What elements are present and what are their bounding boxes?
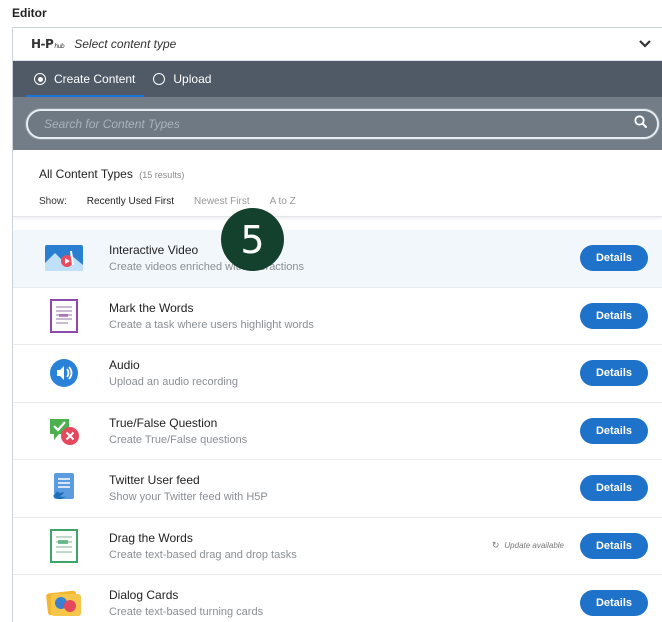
list-item[interactable]: Dialog Cards Create text-based turning c… <box>13 575 662 622</box>
item-description: Create text-based turning cards <box>109 606 264 619</box>
item-description: Upload an audio recording <box>109 376 239 389</box>
details-button[interactable]: Details <box>580 245 648 272</box>
item-title: True/False Question <box>109 415 218 430</box>
item-description: Create a task where users highlight word… <box>109 318 314 331</box>
sort-recently-used[interactable]: Recently Used First <box>87 196 174 207</box>
item-title: Dialog Cards <box>109 588 179 603</box>
radio-selected-icon <box>34 73 46 85</box>
item-title: Mark the Words <box>109 300 194 315</box>
chevron-down-icon[interactable] <box>638 37 652 51</box>
item-description: Create videos enriched with interactions <box>109 261 305 274</box>
h5p-logo-sub: hub <box>54 43 65 50</box>
tab-create-content[interactable]: Create Content <box>25 61 145 97</box>
item-title: Drag the Words <box>109 530 193 545</box>
search-input[interactable] <box>44 116 634 131</box>
list-item[interactable]: Audio Upload an audio recording Details <box>13 345 662 403</box>
item-description: Show your Twitter feed with H5P <box>109 491 268 504</box>
results-header: All Content Types (15 results) Show: Rec… <box>13 150 662 217</box>
all-content-types-title: All Content Types <box>39 167 133 181</box>
item-description: Create text-based drag and drop tasks <box>109 548 297 561</box>
interactive-video-icon <box>43 241 85 275</box>
content-type-selector[interactable]: H-Phub Select content type <box>13 28 662 61</box>
sort-newest-first[interactable]: Newest First <box>194 196 250 207</box>
sort-a-to-z[interactable]: A to Z <box>270 196 296 207</box>
list-item[interactable]: True/False Question Create True/False qu… <box>13 403 662 460</box>
list-item[interactable]: Twitter User feed Show your Twitter feed… <box>13 460 662 518</box>
search-box[interactable] <box>26 108 659 139</box>
select-content-type-label: Select content type <box>74 37 177 51</box>
content-type-list: Interactive Video Create videos enriched… <box>13 230 662 622</box>
mark-the-words-icon <box>43 298 85 333</box>
details-button[interactable]: Details <box>580 417 648 444</box>
item-title: Twitter User feed <box>109 473 200 488</box>
true-false-icon <box>43 414 85 448</box>
tab-label: Create Content <box>54 72 136 86</box>
item-title: Audio <box>109 358 140 373</box>
details-button[interactable]: Details <box>580 475 648 502</box>
tab-upload[interactable]: Upload <box>144 61 220 97</box>
details-button[interactable]: Details <box>580 590 648 617</box>
update-available-label: Update available <box>504 541 564 551</box>
step-number-badge: 5 <box>221 208 284 271</box>
details-button[interactable]: Details <box>580 360 648 387</box>
h5p-hub-panel: H-Phub Select content type Create Conten… <box>12 27 662 622</box>
editor-label: Editor <box>12 6 47 20</box>
update-available-notice[interactable]: ↻ Update available <box>492 540 564 551</box>
list-item[interactable]: Interactive Video Create videos enriched… <box>13 230 662 288</box>
search-bar <box>13 97 662 150</box>
refresh-icon: ↻ <box>491 540 500 551</box>
item-description: Create True/False questions <box>109 433 248 446</box>
dialog-cards-icon <box>43 586 85 620</box>
h5p-logo-main: H-P <box>31 37 54 51</box>
details-button[interactable]: Details <box>580 532 648 559</box>
h5p-hub-logo: H-Phub <box>31 37 65 51</box>
list-item[interactable]: Drag the Words Create text-based drag an… <box>13 518 662 575</box>
item-title: Interactive Video <box>109 243 199 258</box>
show-label: Show: <box>39 196 67 207</box>
twitter-feed-icon <box>43 471 85 505</box>
list-item[interactable]: Mark the Words Create a task where users… <box>13 288 662 345</box>
drag-the-words-icon <box>43 528 85 563</box>
tab-label: Upload <box>173 72 212 86</box>
search-icon[interactable] <box>634 114 647 133</box>
radio-unselected-icon <box>153 73 166 85</box>
audio-icon <box>43 356 85 390</box>
details-button[interactable]: Details <box>580 302 648 329</box>
sort-options: Show: Recently Used First Newest First A… <box>39 196 662 207</box>
hub-tabs: Create Content Upload <box>13 61 662 97</box>
results-count: (15 results) <box>139 170 185 180</box>
